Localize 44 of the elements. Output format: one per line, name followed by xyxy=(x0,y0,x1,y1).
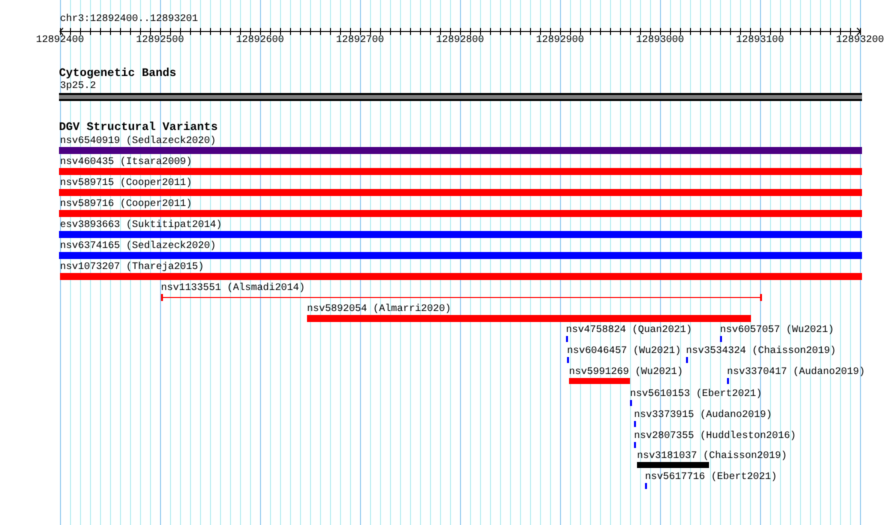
feature-label: nsv1073207 (Thareja2015) xyxy=(60,262,204,273)
feature-bar[interactable] xyxy=(59,147,862,154)
feature-label: nsv3370417 (Audano2019) xyxy=(727,367,866,378)
feature-bar[interactable] xyxy=(569,378,630,384)
feature-label: nsv5617716 (Ebert2021) xyxy=(645,472,778,483)
feature-label: nsv6540919 (Sedlazeck2020) xyxy=(60,136,216,147)
track-title: Cytogenetic Bands xyxy=(59,67,176,80)
feature-label: nsv2807355 (Huddleston2016) xyxy=(634,431,796,442)
track-title: DGV Structural Variants xyxy=(59,121,218,134)
feature-bar[interactable] xyxy=(307,315,751,322)
feature-label: nsv589715 (Cooper2011) xyxy=(60,178,192,189)
feature-label: nsv460435 (Itsara2009) xyxy=(60,157,192,168)
feature-label: nsv5610153 (Ebert2021) xyxy=(630,389,762,400)
feature-label: nsv5991269 (Wu2021) xyxy=(569,367,684,378)
ruler-label: 12892400 xyxy=(34,35,85,47)
feature-label: nsv6374165 (Sedlazeck2020) xyxy=(60,241,216,252)
feature-label: nsv4758824 (Quan2021) xyxy=(566,325,692,336)
interval-line[interactable] xyxy=(161,294,762,301)
ruler-label: 12892500 xyxy=(134,35,185,47)
ruler-label: 12893100 xyxy=(734,35,785,47)
feature-label: nsv3373915 (Audano2019) xyxy=(634,410,772,421)
ruler-label: 12892600 xyxy=(234,35,285,47)
feature-label: nsv6046457 (Wu2021) xyxy=(567,346,682,357)
feature-label: nsv3534324 (Chaisson2019) xyxy=(686,346,836,357)
feature-bar[interactable] xyxy=(59,252,862,259)
feature-label: esv3893663 (Suktitipat2014) xyxy=(60,220,222,231)
feature-bar[interactable] xyxy=(59,168,862,175)
feature-label: nsv6057057 (Wu2021) xyxy=(720,325,834,336)
feature-label: nsv589716 (Cooper2011) xyxy=(60,199,192,210)
feature-bar[interactable] xyxy=(60,273,862,280)
location-label: chr3:12892400..12893201 xyxy=(60,14,198,26)
feature-bar[interactable] xyxy=(59,210,862,217)
feature-label: nsv5892054 (Almarri2020) xyxy=(307,304,452,315)
feature-label: 3p25.2 xyxy=(60,81,96,92)
ruler-label: 12892800 xyxy=(434,35,485,47)
feature-bar[interactable] xyxy=(637,462,709,468)
ruler-label: 12893000 xyxy=(634,35,685,47)
ruler-label: 12892700 xyxy=(334,35,385,47)
feature-bar[interactable] xyxy=(59,231,862,238)
feature-bar[interactable] xyxy=(59,189,862,196)
ruler-label: 12892900 xyxy=(534,35,585,47)
feature-label: nsv3181037 (Chaisson2019) xyxy=(637,451,788,462)
ruler-label: 12893200 xyxy=(834,35,885,47)
feature-label: nsv1133551 (Alsmadi2014) xyxy=(161,283,306,294)
